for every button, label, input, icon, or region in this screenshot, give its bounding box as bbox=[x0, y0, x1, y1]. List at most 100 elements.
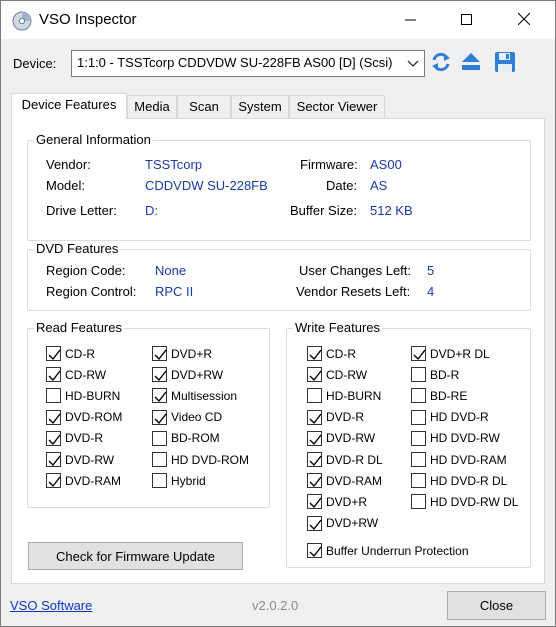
check-icon bbox=[413, 349, 426, 361]
version-label: v2.0.2.0 bbox=[252, 598, 299, 613]
feature-checkbox[interactable]: BD-ROM bbox=[152, 430, 220, 446]
close-window-button[interactable] bbox=[501, 1, 547, 39]
dvd-features-group: DVD Features Region Code: None Region Co… bbox=[27, 241, 531, 311]
feature-checkbox[interactable]: DVD-RW bbox=[307, 430, 375, 446]
feature-checkbox[interactable]: DVD-R DL bbox=[307, 452, 383, 467]
device-dropdown[interactable]: 1:1:0 - TSSTcorp CDDVDW SU-228FB AS00 [D… bbox=[71, 50, 425, 77]
tab-media[interactable]: Media bbox=[127, 95, 177, 118]
feature-checkbox[interactable]: DVD-RAM bbox=[46, 473, 121, 489]
feature-checkbox[interactable]: HD DVD-RW DL bbox=[411, 494, 518, 510]
minimize-icon bbox=[404, 13, 416, 28]
checkbox-box bbox=[411, 494, 426, 510]
eject-button[interactable] bbox=[459, 51, 483, 75]
device-features-panel: General Information Vendor: TSSTcorp Mod… bbox=[11, 118, 545, 584]
group-title: General Information bbox=[34, 132, 153, 147]
feature-checkbox[interactable]: HD-BURN bbox=[46, 388, 120, 404]
check-icon bbox=[48, 349, 61, 361]
checkbox-box bbox=[411, 367, 426, 383]
maximize-button[interactable] bbox=[443, 1, 489, 39]
region-control-value: RPC II bbox=[155, 284, 194, 299]
feature-checkbox[interactable]: Hybrid bbox=[152, 473, 206, 489]
feature-checkbox[interactable]: Multisession bbox=[152, 388, 237, 404]
feature-checkbox[interactable]: DVD-RW bbox=[46, 452, 114, 467]
feature-checkbox[interactable]: CD-RW bbox=[46, 367, 106, 383]
date-value: AS bbox=[370, 178, 388, 193]
checkbox-label: DVD-ROM bbox=[65, 410, 123, 425]
checkbox-label: BD-ROM bbox=[171, 431, 220, 446]
checkbox-label: BD-RE bbox=[430, 388, 468, 403]
feature-checkbox[interactable]: HD DVD-RW bbox=[411, 430, 500, 446]
title-bar: VSO Inspector bbox=[1, 1, 555, 39]
feature-checkbox[interactable]: CD-RW bbox=[307, 367, 367, 383]
checkbox-box bbox=[152, 346, 167, 361]
window-title: VSO Inspector bbox=[39, 11, 137, 28]
check-firmware-update-button[interactable]: Check for Firmware Update bbox=[28, 542, 243, 570]
checkbox-box bbox=[46, 452, 61, 467]
feature-checkbox[interactable]: HD DVD-ROM bbox=[152, 452, 249, 467]
tab-label: Media bbox=[134, 99, 170, 114]
feature-checkbox[interactable]: DVD+RW bbox=[307, 515, 378, 531]
tab-system[interactable]: System bbox=[231, 95, 289, 118]
refresh-icon bbox=[430, 51, 452, 76]
feature-checkbox[interactable]: HD DVD-R bbox=[411, 409, 489, 425]
feature-checkbox[interactable]: BD-RE bbox=[411, 388, 468, 404]
vendor-resets-value: 4 bbox=[427, 284, 435, 299]
feature-checkbox[interactable]: DVD-ROM bbox=[46, 409, 123, 425]
feature-checkbox[interactable]: DVD+R bbox=[152, 346, 212, 361]
check-icon bbox=[309, 546, 322, 558]
feature-checkbox[interactable]: DVD+RW bbox=[152, 367, 223, 383]
region-code-label: Region Code: bbox=[46, 263, 126, 278]
feature-checkbox[interactable]: BD-R bbox=[411, 367, 459, 383]
checkbox-box bbox=[307, 409, 322, 425]
feature-checkbox[interactable]: HD DVD-RAM bbox=[411, 452, 507, 467]
checkbox-box bbox=[46, 409, 61, 425]
checkbox-box bbox=[152, 388, 167, 404]
tab-label: Sector Viewer bbox=[296, 99, 378, 114]
buffer-underrun-checkbox[interactable]: Buffer Underrun Protection bbox=[307, 543, 469, 558]
check-icon bbox=[154, 349, 167, 361]
vso-software-link[interactable]: VSO Software bbox=[10, 598, 92, 613]
feature-checkbox[interactable]: DVD-R bbox=[307, 409, 364, 425]
feature-checkbox[interactable]: DVD+R bbox=[307, 494, 367, 510]
tab-sector-viewer[interactable]: Sector Viewer bbox=[289, 95, 385, 118]
buffer-size-label: Buffer Size: bbox=[290, 203, 357, 218]
tab-scan[interactable]: Scan bbox=[177, 95, 231, 118]
feature-checkbox[interactable]: DVD-R bbox=[46, 430, 103, 446]
checkbox-box bbox=[152, 473, 167, 489]
checkbox-label: CD-R bbox=[326, 346, 356, 361]
buffer-size-value: 512 KB bbox=[370, 203, 413, 218]
device-selected-value: 1:1:0 - TSSTcorp CDDVDW SU-228FB AS00 [D… bbox=[77, 55, 393, 70]
refresh-button[interactable] bbox=[429, 51, 453, 75]
check-icon bbox=[48, 476, 61, 488]
check-icon bbox=[309, 434, 322, 445]
checkbox-box bbox=[46, 367, 61, 383]
user-changes-label: User Changes Left: bbox=[299, 263, 412, 278]
general-information-group: General Information Vendor: TSSTcorp Mod… bbox=[27, 132, 531, 241]
drive-letter-value: D: bbox=[145, 203, 158, 218]
checkbox-label: DVD-R DL bbox=[326, 452, 383, 467]
save-button[interactable] bbox=[493, 51, 517, 75]
checkbox-box bbox=[307, 515, 322, 531]
feature-checkbox[interactable]: HD DVD-R DL bbox=[411, 473, 507, 489]
checkbox-label: Buffer Underrun Protection bbox=[326, 543, 469, 558]
firmware-label: Firmware: bbox=[300, 157, 358, 172]
checkbox-label: DVD-RAM bbox=[326, 473, 382, 488]
checkbox-box bbox=[307, 430, 322, 446]
feature-checkbox[interactable]: Video CD bbox=[152, 409, 222, 425]
tab-device-features[interactable]: Device Features bbox=[11, 93, 127, 119]
checkbox-box bbox=[46, 473, 61, 489]
tab-label: Device Features bbox=[21, 97, 117, 112]
feature-checkbox[interactable]: CD-R bbox=[307, 346, 356, 361]
checkbox-box bbox=[307, 346, 322, 361]
feature-checkbox[interactable]: CD-R bbox=[46, 346, 95, 361]
feature-checkbox[interactable]: DVD-RAM bbox=[307, 473, 382, 489]
minimize-button[interactable] bbox=[387, 1, 433, 39]
feature-checkbox[interactable]: DVD+R DL bbox=[411, 346, 490, 361]
feature-checkbox[interactable]: HD-BURN bbox=[307, 388, 381, 404]
close-button[interactable]: Close bbox=[447, 591, 546, 620]
checkbox-label: DVD-RAM bbox=[65, 473, 121, 488]
check-icon bbox=[154, 413, 167, 424]
checkbox-box bbox=[307, 494, 322, 510]
check-icon bbox=[154, 391, 167, 403]
eject-icon bbox=[460, 51, 482, 76]
